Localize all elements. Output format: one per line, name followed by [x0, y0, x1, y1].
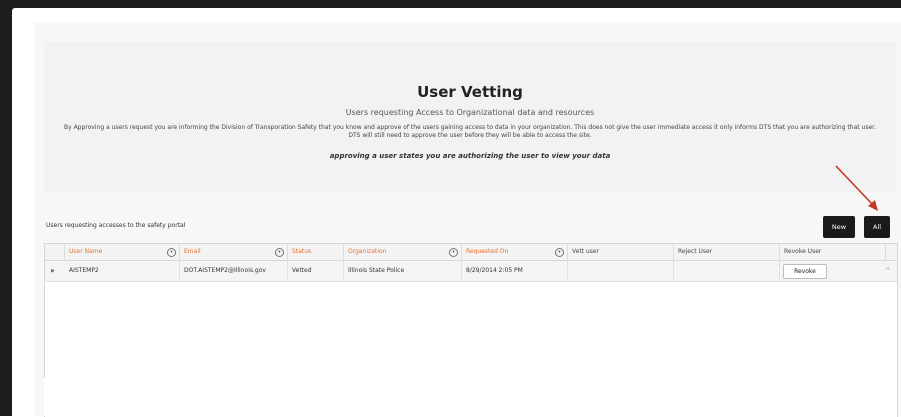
header-revoke-user: Revoke User — [780, 244, 886, 260]
page-emphasis: approving a user states you are authoriz… — [329, 152, 611, 160]
revoke-button[interactable]: Revoke — [783, 264, 827, 279]
header-organization-label: Organization — [348, 248, 387, 255]
cell-vett-user — [568, 261, 674, 281]
header-organization[interactable]: Organization ▾ — [344, 244, 462, 260]
header-requested-on-label: Requested On — [466, 248, 509, 255]
expand-row-icon[interactable]: ▶ — [51, 261, 55, 281]
new-button[interactable]: New — [823, 216, 855, 238]
cell-user-name: AISTEMP2 — [65, 261, 180, 281]
header-reject-user: Reject User — [674, 244, 780, 260]
header-vett-user: Vett user — [568, 244, 674, 260]
header-requested-on[interactable]: Requested On ▾ — [462, 244, 568, 260]
header-expand-cell — [45, 244, 65, 260]
scroll-up-icon[interactable]: ^ — [885, 267, 891, 275]
header-reject-user-label: Reject User — [678, 248, 713, 255]
cell-organization: Illinois State Police — [344, 261, 462, 281]
header-email[interactable]: Email ▾ — [180, 244, 288, 260]
cell-email: DOT.AISTEMP2@Illinois.gov — [180, 261, 288, 281]
page-title: User Vetting — [417, 83, 523, 101]
grid-empty-area — [44, 378, 896, 416]
header-revoke-user-label: Revoke User — [784, 248, 822, 255]
filter-icon[interactable]: ▾ — [555, 248, 564, 257]
cell-status: Vetted — [288, 261, 344, 281]
cell-requested-on: 8/29/2014 2:05 PM — [462, 261, 568, 281]
filter-icon[interactable]: ▾ — [449, 248, 458, 257]
header-user-name[interactable]: User Name ▾ — [65, 244, 180, 260]
header-email-label: Email — [184, 248, 201, 255]
grid-header: User Name ▾ Email ▾ Status Organization … — [45, 244, 897, 261]
header-status-label: Status — [292, 248, 312, 255]
header-panel: User Vetting Users requesting Access to … — [44, 42, 896, 192]
annotation-arrow-all — [835, 165, 878, 211]
filter-icon[interactable]: ▾ — [275, 248, 284, 257]
filter-icon[interactable]: ▾ — [167, 248, 176, 257]
header-status[interactable]: Status — [288, 244, 344, 260]
all-button[interactable]: All — [864, 216, 890, 238]
table-row[interactable]: ▶ AISTEMP2 DOT.AISTEMP2@Illinois.gov Vet… — [45, 261, 897, 282]
header-user-name-label: User Name — [69, 248, 103, 255]
page-subtitle: Users requesting Access to Organizationa… — [345, 108, 595, 117]
cell-reject-user — [674, 261, 780, 281]
header-vett-user-label: Vett user — [572, 248, 600, 255]
page-description: By Approving a users request you are inf… — [64, 124, 876, 139]
toolbar-caption: Users requesting accesses to the safety … — [46, 222, 186, 229]
